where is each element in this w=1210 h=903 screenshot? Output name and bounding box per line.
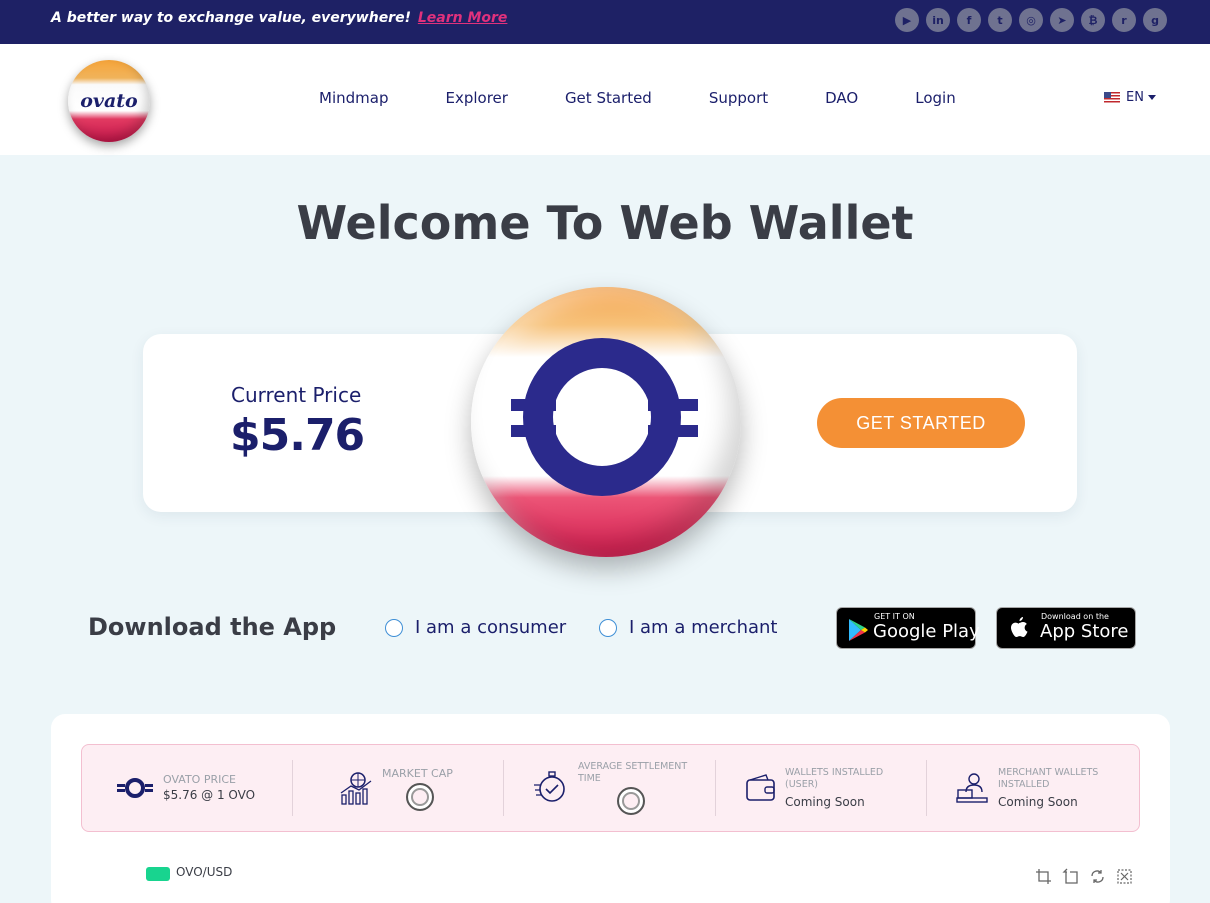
stat-divider bbox=[503, 760, 504, 816]
tagline: A better way to exchange value, everywhe… bbox=[51, 10, 507, 26]
merchant-radio[interactable] bbox=[599, 619, 617, 637]
apple-icon bbox=[1011, 617, 1028, 637]
twitter-icon[interactable]: t bbox=[988, 8, 1012, 32]
crop-alt-icon[interactable] bbox=[1062, 868, 1079, 885]
current-price-label: Current Price bbox=[231, 383, 362, 407]
us-flag-icon bbox=[1104, 92, 1120, 103]
wallet-icon bbox=[746, 774, 775, 801]
get-started-button[interactable]: GET STARTED bbox=[817, 398, 1025, 448]
google-play-icon bbox=[849, 619, 868, 641]
site-header: ovato Mindmap Explorer Get Started Suppo… bbox=[0, 44, 1210, 155]
ovato-logo[interactable]: ovato bbox=[68, 60, 150, 142]
reset-zoom-icon[interactable] bbox=[1116, 868, 1133, 885]
chevron-down-icon bbox=[1147, 95, 1156, 100]
tagline-text: A better way to exchange value, everywhe… bbox=[51, 10, 411, 26]
youtube-icon[interactable]: ▶ bbox=[895, 8, 919, 32]
instagram-icon[interactable]: ◎ bbox=[1019, 8, 1043, 32]
chart-toolbar bbox=[1035, 868, 1133, 885]
top-announcement-bar: A better way to exchange value, everywhe… bbox=[0, 0, 1210, 44]
loading-spinner bbox=[617, 787, 645, 815]
nav-support[interactable]: Support bbox=[709, 89, 768, 107]
nav-mindmap[interactable]: Mindmap bbox=[319, 89, 388, 107]
consumer-radio[interactable] bbox=[385, 619, 403, 637]
google-play-big-text: Google Play bbox=[873, 621, 980, 642]
logo-text: ovato bbox=[80, 90, 138, 112]
facebook-icon[interactable]: f bbox=[957, 8, 981, 32]
crop-icon[interactable] bbox=[1035, 868, 1052, 885]
language-label: EN bbox=[1126, 90, 1144, 105]
language-selector[interactable]: EN bbox=[1104, 90, 1156, 105]
main-nav: Mindmap Explorer Get Started Support DAO… bbox=[319, 89, 956, 107]
wallets-installed-label: WALLETS INSTALLED (USER) bbox=[785, 767, 884, 790]
chart-globe-icon bbox=[340, 772, 372, 805]
nav-get-started[interactable]: Get Started bbox=[565, 89, 652, 107]
page-title: Welcome To Web Wallet bbox=[296, 196, 914, 250]
average-settlement-time-label: AVERAGE SETTLEMENT TIME bbox=[578, 761, 688, 784]
reddit-icon[interactable]: r bbox=[1112, 8, 1136, 32]
merchant-wallets-installed-label: MERCHANT WALLETS INSTALLED bbox=[998, 767, 1099, 790]
ovato-price-label: OVATO PRICE bbox=[163, 773, 236, 786]
legend-swatch bbox=[146, 867, 170, 881]
app-store-big-text: App Store bbox=[1040, 621, 1129, 642]
wallets-installed-value: Coming Soon bbox=[785, 795, 865, 809]
legend-label[interactable]: OVO/USD bbox=[176, 865, 232, 879]
ovato-coin-image bbox=[471, 287, 741, 557]
linkedin-icon[interactable]: in bbox=[926, 8, 950, 32]
stat-divider bbox=[715, 760, 716, 816]
bitcoin-icon[interactable]: ₿ bbox=[1081, 8, 1105, 32]
github-icon[interactable]: g bbox=[1143, 8, 1167, 32]
app-store-button[interactable]: Download on the App Store bbox=[996, 607, 1136, 649]
merchant-icon bbox=[956, 773, 988, 803]
stopwatch-icon bbox=[534, 771, 565, 802]
ovato-price-value: $5.76 @ 1 OVO bbox=[163, 788, 256, 802]
social-links: ▶ in f t ◎ ➤ ₿ r g bbox=[895, 8, 1167, 32]
ovato-icon bbox=[117, 778, 153, 798]
download-app-heading: Download the App bbox=[88, 613, 337, 641]
consumer-radio-label[interactable]: I am a consumer bbox=[415, 617, 566, 638]
market-cap-label: MARKET CAP bbox=[382, 767, 453, 780]
loading-spinner bbox=[406, 783, 434, 811]
stat-divider bbox=[292, 760, 293, 816]
stat-divider bbox=[926, 760, 927, 816]
merchant-wallets-installed-value: Coming Soon bbox=[998, 795, 1078, 809]
merchant-radio-label[interactable]: I am a merchant bbox=[629, 617, 777, 638]
current-price-value: $5.76 bbox=[230, 410, 365, 461]
app-store-small-text: Download on the bbox=[1041, 612, 1109, 621]
learn-more-link[interactable]: Learn More bbox=[418, 10, 508, 26]
refresh-icon[interactable] bbox=[1089, 868, 1106, 885]
nav-login[interactable]: Login bbox=[915, 89, 955, 107]
nav-dao[interactable]: DAO bbox=[825, 89, 858, 107]
google-play-small-text: GET IT ON bbox=[874, 612, 915, 621]
google-play-button[interactable]: GET IT ON Google Play bbox=[836, 607, 980, 649]
nav-explorer[interactable]: Explorer bbox=[445, 89, 507, 107]
ovato-symbol-icon bbox=[511, 338, 698, 496]
telegram-icon[interactable]: ➤ bbox=[1050, 8, 1074, 32]
